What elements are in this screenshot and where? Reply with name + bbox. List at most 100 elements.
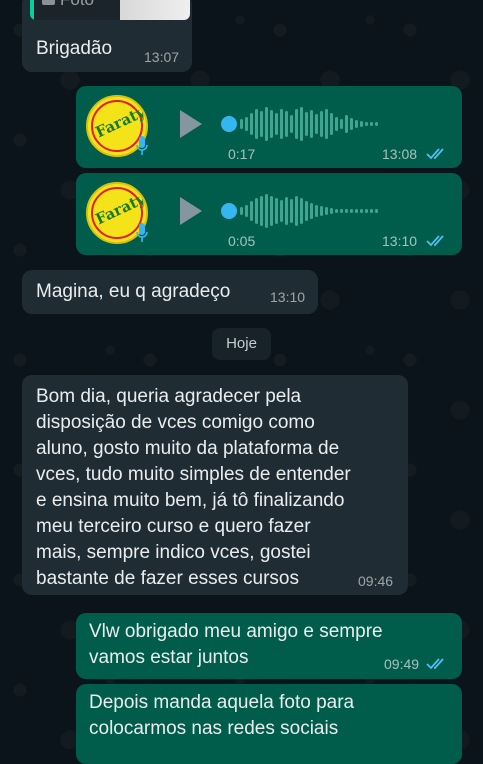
message-line: colocarmos nas redes sociais — [89, 718, 339, 739]
message-time: 13:10 — [270, 289, 306, 305]
waveform-bar — [245, 117, 248, 131]
waveform-bar — [300, 198, 303, 224]
message-line: bastante de fazer esses cursos — [36, 568, 299, 589]
read-receipt-icon — [426, 148, 444, 160]
waveform-bar — [320, 111, 323, 137]
voice-duration: 0:17 — [228, 146, 256, 162]
audio-waveform[interactable] — [240, 193, 378, 229]
waveform-bar — [335, 117, 338, 131]
waveform-bar — [335, 209, 338, 213]
message-time: 09:46 — [358, 573, 394, 589]
quoted-label: Foto — [60, 0, 94, 10]
message-bubble-incoming[interactable]: Foto Brigadão 13:07 — [22, 0, 192, 72]
waveform-bar — [375, 122, 378, 126]
waveform-bar — [280, 200, 283, 222]
voice-duration: 0:05 — [228, 233, 256, 249]
voice-message-bubble[interactable]: Faraty 0:05 13:10 — [76, 173, 462, 255]
message-bubble-incoming[interactable]: Magina, eu q agradeço 13:10 — [22, 270, 318, 314]
audio-waveform[interactable] — [240, 106, 378, 142]
waveform-bar — [345, 209, 348, 213]
waveform-bar — [300, 107, 303, 141]
voice-message-bubble[interactable]: Faraty 0:17 13:08 — [76, 86, 462, 168]
waveform-bar — [265, 194, 268, 228]
waveform-bar — [375, 209, 378, 213]
message-line: vces, tudo muito simples de entender — [36, 464, 351, 485]
message-line: e ensina muito bem, já tô finalizando — [36, 490, 345, 511]
waveform-bar — [240, 207, 243, 215]
waveform-bar — [310, 203, 313, 219]
waveform-bar — [295, 196, 298, 226]
waveform-bar — [325, 109, 328, 139]
message-line: meu terceiro curso e quero fazer — [36, 516, 311, 537]
waveform-bar — [350, 209, 353, 213]
waveform-bar — [295, 109, 298, 139]
message-text: Vlw obrigado meu amigo e sempre vamos es… — [89, 619, 383, 671]
waveform-bar — [370, 122, 373, 126]
waveform-bar — [260, 111, 263, 137]
play-icon[interactable] — [180, 197, 202, 225]
waveform-bar — [345, 115, 348, 133]
message-text: Brigadão — [36, 38, 113, 59]
message-line: Vlw obrigado meu amigo e sempre — [89, 621, 383, 642]
waveform-bar — [355, 120, 358, 128]
waveform-bar — [350, 118, 353, 130]
waveform-bar — [290, 115, 293, 133]
waveform-bar — [255, 198, 258, 224]
waveform-bar — [275, 198, 278, 224]
waveform-bar — [310, 110, 313, 138]
waveform-bar — [305, 201, 308, 221]
message-bubble-outgoing[interactable]: Vlw obrigado meu amigo e sempre vamos es… — [76, 613, 462, 679]
message-time: 13:08 — [382, 146, 418, 162]
waveform-bar — [340, 209, 343, 213]
message-line: aluno, gosto muito da plataforma de — [36, 438, 340, 459]
waveform-bar — [360, 121, 363, 127]
quoted-photo-reply[interactable]: Foto — [30, 0, 190, 20]
message-text: Bom dia, queria agradecer pela disposiçã… — [36, 384, 351, 592]
waveform-bar — [355, 209, 358, 213]
waveform-bar — [325, 207, 328, 215]
waveform-bar — [360, 209, 363, 213]
waveform-bar — [270, 110, 273, 138]
waveform-bar — [315, 205, 318, 217]
quote-accent-bar — [30, 0, 34, 20]
waveform-bar — [370, 209, 373, 213]
waveform-bar — [265, 107, 268, 141]
waveform-bar — [330, 208, 333, 214]
message-line: Bom dia, queria agradecer pela — [36, 386, 302, 407]
waveform-bar — [285, 197, 288, 225]
waveform-bar — [365, 209, 368, 213]
read-receipt-icon — [426, 235, 444, 247]
read-receipt-icon — [426, 658, 444, 670]
waveform-bar — [320, 206, 323, 216]
waveform-bar — [245, 205, 248, 217]
playback-position-handle[interactable] — [221, 203, 237, 219]
waveform-bar — [340, 119, 343, 129]
waveform-bar — [330, 113, 333, 135]
waveform-bar — [290, 199, 293, 223]
message-bubble-outgoing[interactable]: Depois manda aquela foto para colocarmos… — [76, 684, 462, 764]
waveform-bar — [250, 113, 253, 135]
waveform-bar — [240, 119, 243, 129]
message-text: Depois manda aquela foto para colocarmos… — [89, 690, 354, 742]
quoted-photo-thumbnail — [120, 0, 190, 20]
message-time: 13:10 — [382, 233, 418, 249]
message-time: 13:07 — [144, 49, 180, 65]
microphone-icon — [136, 136, 148, 155]
message-text: Magina, eu q agradeço — [36, 281, 231, 302]
message-line: vamos estar juntos — [89, 647, 249, 668]
playback-position-handle[interactable] — [221, 116, 237, 132]
waveform-bar — [305, 112, 308, 136]
date-separator: Hoje — [212, 328, 271, 360]
waveform-bar — [270, 196, 273, 226]
message-line: disposição de vces comigo como — [36, 412, 315, 433]
waveform-bar — [365, 122, 368, 126]
waveform-bar — [260, 196, 263, 226]
waveform-bar — [285, 111, 288, 137]
message-line: Depois manda aquela foto para — [89, 692, 355, 713]
play-icon[interactable] — [180, 110, 202, 138]
camera-icon — [42, 0, 55, 5]
waveform-bar — [315, 114, 318, 134]
waveform-bar — [255, 109, 258, 139]
message-bubble-incoming[interactable]: Bom dia, queria agradecer pela disposiçã… — [22, 375, 408, 595]
waveform-bar — [280, 109, 283, 139]
